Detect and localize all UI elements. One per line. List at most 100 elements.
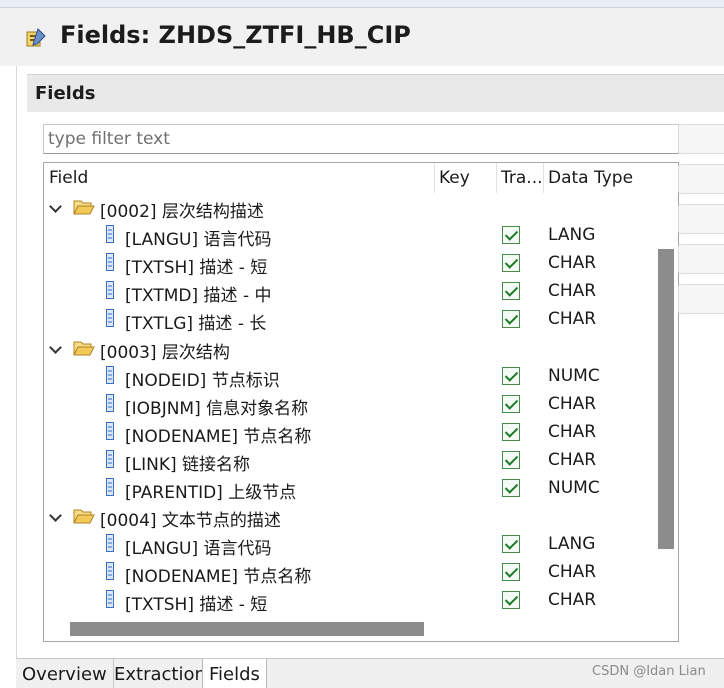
field-label: [NODENAME] 节点名称 [125, 567, 312, 588]
field-label: [PARENTID] 上级节点 [125, 483, 297, 503]
tree-field-row[interactable]: [NODENAME] 节点名称 CHAR [44, 558, 656, 588]
column-header-key[interactable]: Key [439, 168, 470, 188]
field-icon [106, 478, 114, 496]
transfer-checkbox[interactable] [502, 254, 520, 273]
section-title: Fields [35, 83, 96, 104]
folder-open-icon [73, 199, 95, 215]
field-icon [106, 309, 114, 328]
tree-group-row[interactable]: [0004] 文本节点的描述 [44, 502, 656, 532]
folder-open-icon [73, 508, 95, 524]
data-type-cell: CHAR [548, 562, 597, 583]
page-title: Fields: ZHDS_ZTFI_HB_CIP [60, 21, 411, 49]
field-icon [106, 562, 114, 581]
watermark: CSDN @Idan Lian [592, 664, 706, 679]
tree-field-row[interactable]: [NODENAME] 节点名称 CHAR [44, 418, 656, 447]
transfer-checkbox[interactable] [502, 226, 520, 245]
field-label: [TXTSH] 描述 - 短 [125, 258, 268, 279]
chevron-down-icon[interactable] [49, 340, 62, 354]
data-type-cell: CHAR [548, 281, 597, 302]
side-button[interactable] [678, 284, 724, 314]
data-type-cell: CHAR [548, 421, 597, 442]
column-divider[interactable] [543, 163, 544, 193]
tree-field-row[interactable]: [TXTSH] 描述 - 短 CHAR [44, 586, 656, 616]
chevron-down-icon[interactable] [49, 200, 62, 213]
transfer-checkbox[interactable] [502, 479, 520, 497]
fields-page: Fields Field Key Tra... Data Type [0002]… [16, 66, 724, 658]
field-icon [106, 534, 114, 553]
data-type-cell: CHAR [548, 309, 597, 330]
horizontal-scroll-thumb[interactable] [70, 622, 424, 636]
group-label: [0004] 文本节点的描述 [100, 511, 281, 532]
transfer-checkbox[interactable] [502, 563, 520, 582]
transfer-checkbox[interactable] [502, 450, 520, 469]
field-icon [106, 590, 114, 609]
group-label: [0003] 层次结构 [100, 342, 230, 363]
tab-fields[interactable]: Fields [202, 659, 267, 688]
tab-extraction[interactable]: Extraction [108, 659, 213, 688]
field-label: [TXTSH] 描述 - 短 [125, 595, 268, 616]
column-header-field[interactable]: Field [49, 168, 88, 188]
field-label: [LINK] 链接名称 [125, 454, 251, 475]
column-divider[interactable] [434, 163, 435, 193]
field-label: [IOBJNM] 信息对象名称 [125, 398, 309, 419]
field-icon [106, 393, 114, 412]
field-icon [106, 281, 114, 300]
transfer-checkbox[interactable] [502, 535, 520, 554]
tree-field-row[interactable]: [TXTSH] 描述 - 短 CHAR [44, 249, 656, 279]
chevron-down-icon[interactable] [49, 509, 62, 522]
transfer-checkbox[interactable] [502, 366, 520, 385]
group-label: [0002] 层次结构描述 [100, 202, 264, 222]
editor-header: Fields: ZHDS_ZTFI_HB_CIP [0, 8, 724, 66]
field-label: [TXTLG] 描述 - 长 [125, 314, 267, 335]
datasource-edit-icon [26, 28, 46, 47]
tree-field-row[interactable]: [PARENTID] 上级节点 NUMC [44, 474, 656, 503]
tree-field-row[interactable]: [NODEID] 节点标识 NUMC [44, 362, 656, 391]
tab-overview[interactable]: Overview [16, 659, 114, 688]
tree-field-row[interactable]: [TXTLG] 描述 - 长 CHAR [44, 305, 656, 335]
side-button[interactable] [678, 164, 724, 194]
editor-tab-strip [0, 0, 724, 8]
folder-open-icon [73, 340, 95, 356]
transfer-checkbox[interactable] [502, 394, 520, 413]
field-icon [106, 225, 114, 244]
tree-field-row[interactable]: [IOBJNM] 信息对象名称 CHAR [44, 390, 656, 419]
field-label: [NODEID] 节点标识 [125, 370, 280, 391]
transfer-checkbox[interactable] [502, 310, 520, 329]
data-type-cell: LANG [548, 534, 596, 555]
side-button[interactable] [678, 124, 724, 154]
field-label: [LANGU] 语言代码 [125, 539, 272, 560]
field-icon [106, 421, 114, 440]
tree-field-row[interactable]: [TXTMD] 描述 - 中 CHAR [44, 277, 656, 307]
field-label: [TXTMD] 描述 - 中 [125, 286, 272, 307]
transfer-checkbox[interactable] [502, 422, 520, 441]
vertical-scroll-thumb[interactable] [658, 249, 674, 549]
field-label: [LANGU] 语言代码 [125, 230, 272, 251]
tree-group-row[interactable]: [0003] 层次结构 [44, 334, 656, 363]
column-header-data-type[interactable]: Data Type [548, 168, 633, 188]
filter-input[interactable] [43, 124, 679, 154]
tree-header: Field Key Tra... Data Type [44, 163, 678, 193]
data-type-cell: CHAR [548, 393, 597, 414]
data-type-cell: NUMC [548, 365, 600, 386]
tree-field-row[interactable]: [LANGU] 语言代码 LANG [44, 530, 656, 560]
field-icon [106, 253, 114, 272]
field-icon [106, 365, 114, 384]
data-type-cell: NUMC [548, 478, 600, 498]
tree-group-row[interactable]: [0002] 层次结构描述 [44, 193, 656, 222]
side-button[interactable] [678, 204, 724, 234]
tree-field-row[interactable]: [LANGU] 语言代码 LANG [44, 221, 656, 251]
data-type-cell: LANG [548, 225, 596, 246]
transfer-checkbox[interactable] [502, 282, 520, 301]
fields-section-header[interactable]: Fields [27, 74, 724, 112]
fields-tree[interactable]: Field Key Tra... Data Type [0002] 层次结构描述… [43, 162, 679, 642]
transfer-checkbox[interactable] [502, 591, 520, 610]
data-type-cell: CHAR [548, 449, 597, 470]
data-type-cell: CHAR [548, 590, 597, 611]
column-divider[interactable] [496, 163, 497, 193]
field-icon [106, 449, 114, 468]
field-label: [NODENAME] 节点名称 [125, 426, 312, 447]
column-header-transfer[interactable]: Tra... [501, 168, 543, 188]
tree-field-row[interactable]: [LINK] 链接名称 CHAR [44, 446, 656, 475]
data-type-cell: CHAR [548, 253, 597, 274]
side-button[interactable] [678, 244, 724, 274]
